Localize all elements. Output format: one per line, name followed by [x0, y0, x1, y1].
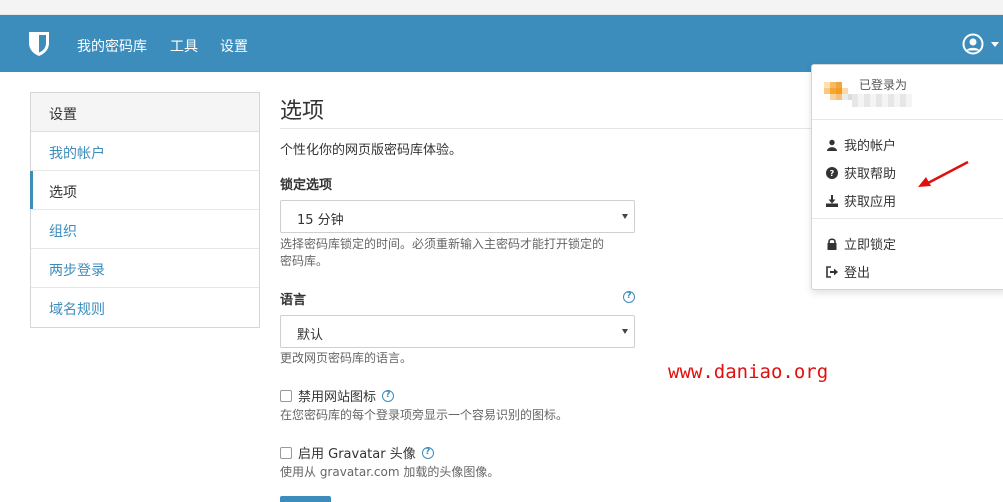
- user-icon: [827, 139, 837, 151]
- language-select[interactable]: 默认: [280, 315, 635, 348]
- disable-favicons-label[interactable]: 禁用网站图标: [298, 386, 376, 405]
- chevron-down-icon: [991, 42, 999, 47]
- logged-in-status: 已登录为: [859, 78, 908, 92]
- gravatar-help-icon[interactable]: ?: [421, 446, 434, 459]
- dropdown-item-get-help[interactable]: ? 获取帮助: [826, 163, 896, 182]
- nav-tools[interactable]: 工具: [170, 36, 198, 56]
- language-label: 语言: [280, 293, 307, 308]
- dropdown-item-label: 获取帮助: [844, 167, 897, 182]
- blurred-email: [852, 94, 912, 107]
- dropdown-item-lock-now[interactable]: 立即锁定: [826, 234, 896, 253]
- dropdown-item-my-account[interactable]: 我的帐户: [826, 135, 896, 154]
- dropdown-divider: [812, 218, 1003, 219]
- save-button[interactable]: [280, 496, 331, 502]
- user-dropdown-menu: 已登录为 我的帐户 ? 获取帮助 获取应用 立即锁定 登出: [811, 64, 1003, 290]
- language-value: 默认: [297, 328, 324, 343]
- language-help-icon[interactable]: ?: [623, 291, 635, 303]
- sidebar-item-two-step-login[interactable]: 两步登录: [31, 249, 259, 288]
- favicons-help-icon[interactable]: ?: [382, 389, 395, 402]
- user-menu-toggle[interactable]: [962, 33, 1000, 55]
- disable-favicons-checkbox[interactable]: [280, 389, 292, 402]
- sidebar-item-options[interactable]: 选项: [30, 171, 259, 210]
- dropdown-item-label: 立即锁定: [844, 238, 897, 253]
- gravatar-row: 启用 Gravatar 头像 ?: [280, 443, 434, 462]
- lock-help-text: 选择密码库锁定的时间。必须重新输入主密码才能打开锁定的 密码库。: [280, 236, 604, 270]
- dropdown-item-label: 获取应用: [844, 195, 897, 210]
- gravatar-help: 使用从 gravatar.com 加载的头像图像。: [280, 465, 500, 479]
- nav-settings[interactable]: 设置: [220, 36, 248, 56]
- lock-timeout-value: 15 分钟: [297, 213, 344, 228]
- svg-text:?: ?: [830, 169, 835, 178]
- lock-timeout-select[interactable]: 15 分钟: [280, 200, 635, 233]
- browser-top-strip: [0, 0, 1003, 15]
- sidebar-item-my-account[interactable]: 我的帐户: [31, 132, 259, 171]
- dropdown-header: 已登录为: [812, 65, 1003, 120]
- gravatar-label[interactable]: 启用 Gravatar 头像: [298, 443, 416, 462]
- lock-help-line-1: 选择密码库锁定的时间。必须重新输入主密码才能打开锁定的: [280, 237, 605, 251]
- nav-my-vault[interactable]: 我的密码库: [77, 36, 147, 56]
- sidebar-item-domain-rules[interactable]: 域名规则: [31, 288, 259, 327]
- select-arrow-icon: [622, 329, 628, 334]
- select-arrow-icon: [622, 214, 628, 219]
- watermark-text: www.daniao.org: [668, 361, 829, 383]
- sign-out-icon: [826, 265, 838, 278]
- download-icon: [826, 194, 838, 207]
- page-title: 选项: [280, 99, 325, 124]
- shield-logo-icon[interactable]: [28, 31, 50, 57]
- dropdown-item-get-apps[interactable]: 获取应用: [826, 191, 896, 210]
- language-help-text: 更改网页密码库的语言。: [280, 351, 413, 365]
- page-intro: 个性化你的网页版密码库体验。: [280, 143, 463, 158]
- disable-favicons-row: 禁用网站图标 ?: [280, 386, 395, 405]
- dropdown-item-label: 登出: [844, 266, 871, 281]
- disable-favicons-help: 在您密码库的每个登录项旁显示一个容易识别的图标。: [280, 408, 569, 422]
- red-annotation-arrow: [918, 160, 969, 187]
- lock-icon: [827, 237, 837, 250]
- sidebar-item-organizations[interactable]: 组织: [31, 210, 259, 249]
- dropdown-item-log-out[interactable]: 登出: [826, 262, 870, 281]
- gravatar-checkbox[interactable]: [280, 446, 292, 459]
- question-circle-icon: ?: [826, 166, 838, 179]
- sidebar-title: 设置: [31, 93, 259, 132]
- user-circle-icon: [962, 33, 984, 55]
- lock-options-label: 锁定选项: [280, 178, 333, 193]
- lock-help-line-2: 密码库。: [280, 254, 329, 268]
- dropdown-item-label: 我的帐户: [844, 139, 897, 154]
- settings-sidebar: 设置 我的帐户 选项 组织 两步登录 域名规则: [30, 92, 260, 328]
